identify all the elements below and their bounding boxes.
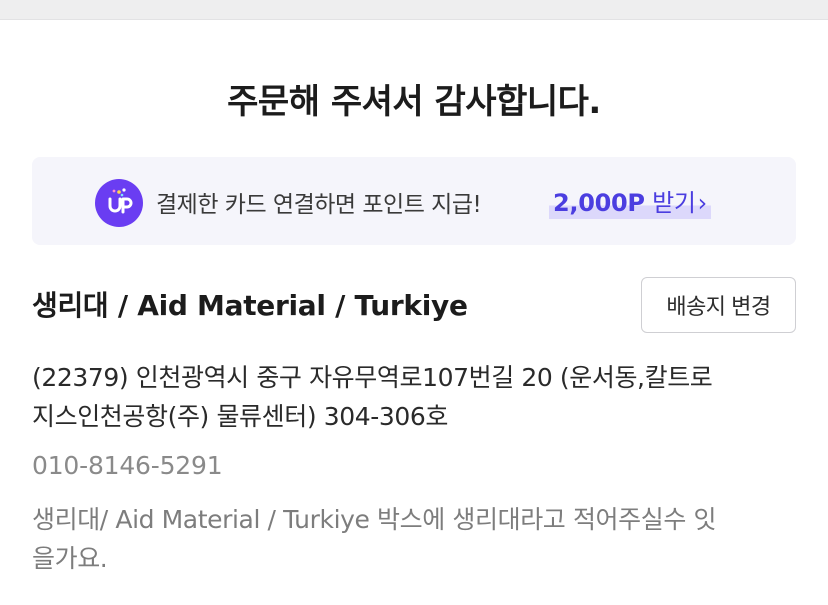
points-amount: 2,000P (553, 189, 645, 217)
address-line: (22379) 인천광역시 중구 자유무역로107번길 20 (운서동,칼트로 (32, 363, 713, 392)
delivery-memo: 생리대/ Aid Material / Turkiye 박스에 생리대라고 적어… (32, 500, 807, 578)
banner-message: 결제한 카드 연결하면 포인트 지급! (156, 192, 482, 218)
memo-line: 을가요. (32, 544, 108, 573)
change-address-button[interactable]: 배송지 변경 (641, 277, 796, 333)
page-title: 주문해 주셔서 감사합니다. (227, 82, 601, 122)
receive-label: 받기 (652, 189, 696, 217)
memo-line: 생리대/ Aid Material / Turkiye 박스에 생리대라고 적어… (32, 505, 717, 534)
top-divider-strip (0, 0, 828, 20)
recipient-name: 생리대 / Aid Material / Turkiye (32, 289, 468, 322)
shipping-address: (22379) 인천광역시 중구 자유무역로107번길 20 (운서동,칼트로 … (32, 358, 802, 436)
chevron-right-icon: › (697, 189, 708, 217)
phone-number: 010-8146-5291 (32, 451, 223, 480)
up-point-icon (95, 179, 143, 227)
address-line: 지스인천공항(주) 물류센터) 304-306호 (32, 402, 449, 431)
receive-points-link[interactable]: 2,000P 받기› (549, 183, 711, 219)
